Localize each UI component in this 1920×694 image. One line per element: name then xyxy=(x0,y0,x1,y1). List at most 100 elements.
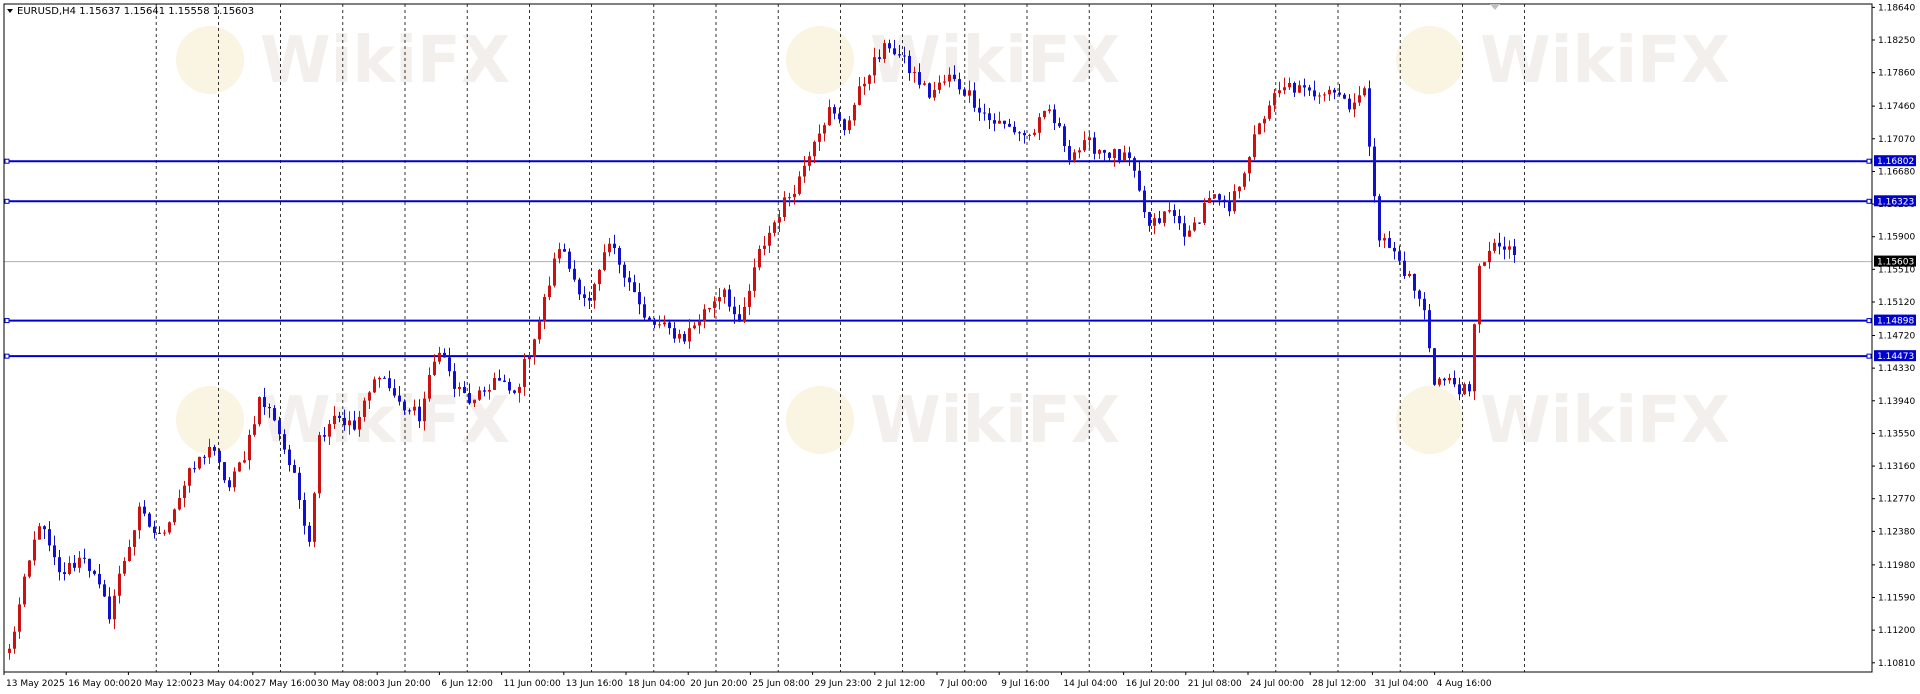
candle-body xyxy=(933,89,936,98)
candle-body xyxy=(1088,137,1091,141)
candle-body xyxy=(1413,273,1416,291)
candle-body xyxy=(358,416,361,430)
y-tick-label: 1.13940 xyxy=(1878,397,1915,407)
candle-body xyxy=(578,279,581,295)
candle-body xyxy=(793,193,796,198)
candle-body xyxy=(568,251,571,269)
candle-body xyxy=(588,297,591,301)
candle-body xyxy=(203,456,206,458)
candle-body xyxy=(938,82,941,90)
x-tick-label: 3 Jun 20:00 xyxy=(379,679,431,689)
candle-body xyxy=(348,420,351,426)
horizontal-levels[interactable] xyxy=(4,158,1872,359)
candle-body xyxy=(1288,82,1291,88)
candle-body xyxy=(388,378,391,389)
current-price-label-text: 1.15603 xyxy=(1877,258,1914,268)
candle-body xyxy=(138,506,141,531)
candle-body xyxy=(1113,149,1116,158)
candle-body xyxy=(418,406,421,422)
candle-body xyxy=(108,596,111,620)
level-handle-left[interactable] xyxy=(4,198,10,204)
level-handle-right[interactable] xyxy=(1866,198,1872,204)
candle-body xyxy=(1453,378,1456,385)
candle-body xyxy=(663,322,666,325)
x-tick-label: 20 May 12:00 xyxy=(130,679,192,689)
candle-body xyxy=(1068,146,1071,160)
candle-body xyxy=(53,545,56,558)
candle-body xyxy=(133,530,136,547)
candle-body xyxy=(1323,94,1326,96)
collapse-triangle-icon[interactable] xyxy=(7,9,13,13)
x-tick-label: 11 Jun 00:00 xyxy=(504,679,561,689)
shift-marker-icon[interactable] xyxy=(1490,4,1500,10)
candle-body xyxy=(553,258,556,286)
y-tick-label: 1.18640 xyxy=(1878,3,1915,13)
candle-body xyxy=(1018,132,1021,134)
x-tick-label: 30 May 08:00 xyxy=(317,679,379,689)
price-chart[interactable]: WikiFX WikiFX WikiFX WikiFX WikiFX WikiFX 1.1… xyxy=(0,0,1920,694)
x-tick-label: 16 Jul 20:00 xyxy=(1126,679,1180,689)
candle-body xyxy=(1218,194,1221,200)
candle-body xyxy=(1463,384,1466,395)
level-label: 1.16323 xyxy=(1877,197,1914,207)
candle-body xyxy=(13,631,16,649)
price-axis[interactable]: 1.18640 1.18250 1.17860 1.17460 1.17070 1.166… xyxy=(1872,3,1915,669)
candle-body xyxy=(1023,133,1026,136)
x-tick-label: 20 Jun 20:00 xyxy=(690,679,747,689)
candle-body xyxy=(1368,88,1371,147)
candle-body xyxy=(1053,109,1056,124)
candle-body xyxy=(1313,90,1316,97)
level-handle-right[interactable] xyxy=(1866,353,1872,359)
candle-body xyxy=(738,314,741,322)
candle-body xyxy=(948,74,951,82)
candle-body xyxy=(998,120,1001,124)
level-handle-right[interactable] xyxy=(1866,318,1872,324)
candle-body xyxy=(768,232,771,246)
candle-body xyxy=(1473,324,1476,392)
level-handle-left[interactable] xyxy=(4,318,10,324)
candle-body xyxy=(868,75,871,84)
level-handle-right[interactable] xyxy=(1866,158,1872,164)
candle-body xyxy=(823,125,826,134)
candle-body xyxy=(983,112,986,114)
candle-body xyxy=(1003,120,1006,124)
candle-body xyxy=(618,248,621,265)
candle-body xyxy=(1443,378,1446,381)
candle-body xyxy=(818,133,821,142)
y-tick-label: 1.18250 xyxy=(1878,36,1915,46)
level-handle-left[interactable] xyxy=(4,158,10,164)
candle-body xyxy=(488,389,491,392)
candle-body xyxy=(523,359,526,387)
candle-body xyxy=(1418,290,1421,299)
candle-body xyxy=(728,289,731,307)
candle-body xyxy=(193,468,196,470)
x-tick-label: 9 Jul 16:00 xyxy=(1001,679,1050,689)
candle-body xyxy=(813,141,816,157)
level-label: 1.14473 xyxy=(1877,352,1914,362)
candle-body xyxy=(293,465,296,473)
candle-body xyxy=(218,450,221,463)
candle-body xyxy=(1243,173,1246,187)
candle-body xyxy=(1108,152,1111,158)
level-handle-left[interactable] xyxy=(4,353,10,359)
candle-body xyxy=(798,176,801,194)
candle-body xyxy=(1278,90,1281,94)
candle-body xyxy=(18,604,21,632)
x-tick-label: 25 Jun 08:00 xyxy=(752,679,809,689)
candle-body xyxy=(1198,222,1201,224)
x-tick-label: 2 Jul 12:00 xyxy=(877,679,926,689)
candle-body xyxy=(548,285,551,298)
candle-body xyxy=(613,243,616,249)
candle-body xyxy=(88,558,91,571)
candle-body xyxy=(73,562,76,568)
candle-body xyxy=(118,573,121,596)
candle-body xyxy=(778,217,781,223)
candle-body xyxy=(1233,191,1236,212)
level-label: 1.16802 xyxy=(1877,157,1914,167)
candle-body xyxy=(383,377,386,379)
candle-body xyxy=(1388,238,1391,248)
time-axis[interactable]: 13 May 2025 16 May 00:00 20 May 12:00 23 Ma… xyxy=(3,672,1492,689)
y-tick-label: 1.13550 xyxy=(1878,429,1915,439)
candle-body xyxy=(1093,137,1096,154)
candle-body xyxy=(1128,152,1131,159)
